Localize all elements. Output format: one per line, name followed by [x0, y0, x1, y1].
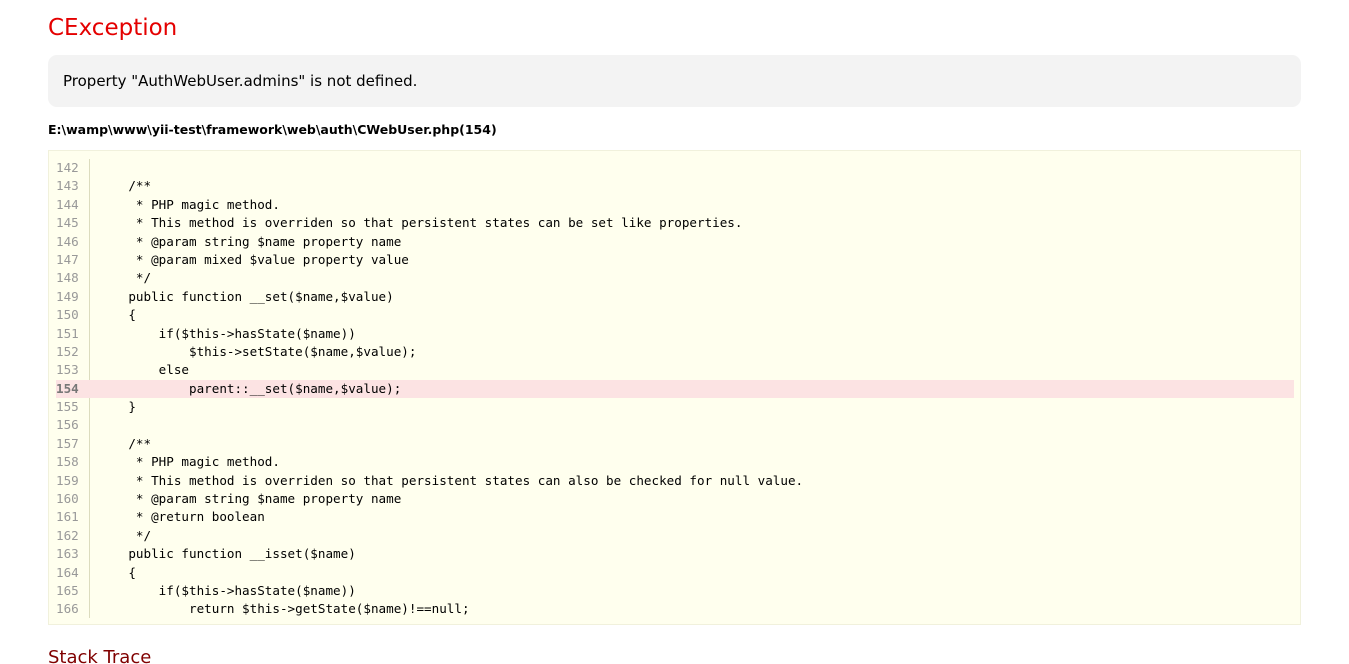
code-line: 150 { [56, 306, 1294, 324]
line-code: * PHP magic method. [98, 196, 280, 212]
line-number: 152 [56, 343, 79, 359]
code-line: 155 } [56, 398, 1294, 416]
code-line: 142 [56, 159, 1294, 177]
code-line: 161 * @return boolean [56, 508, 1294, 526]
line-code: public function __isset($name) [98, 546, 356, 562]
code-line: 148 */ [56, 269, 1294, 287]
line-code: { [98, 307, 136, 323]
code-line: 165 if($this->hasState($name)) [56, 582, 1294, 600]
source-code-panel: 142 143 /** 144 * PHP magic method. 145 * T… [48, 150, 1301, 625]
code-line: 157 /** [56, 435, 1294, 453]
line-code: * @return boolean [98, 509, 265, 525]
line-number: 163 [56, 546, 79, 562]
line-number: 165 [56, 582, 79, 598]
line-number: 161 [56, 509, 79, 525]
code-line: 149 public function __set($name,$value) [56, 288, 1294, 306]
line-number: 144 [56, 196, 79, 212]
line-code: */ [98, 270, 152, 286]
code-line: 164 { [56, 564, 1294, 582]
stack-trace-title: Stack Trace [48, 647, 152, 664]
line-code: * @param string $name property name [98, 491, 402, 507]
code-line: 151 if($this->hasState($name)) [56, 325, 1294, 343]
line-code: */ [98, 527, 152, 543]
line-number: 149 [56, 288, 79, 304]
code-line: 158 * PHP magic method. [56, 453, 1294, 471]
line-number: 155 [56, 399, 79, 415]
line-code: /** [98, 435, 152, 451]
source-file-path: E:\wamp\www\yii-test\framework\web\auth\… [48, 122, 497, 137]
line-code: public function __set($name,$value) [98, 288, 394, 304]
line-number: 145 [56, 215, 79, 231]
line-code: else [98, 362, 189, 378]
code-line: 153 else [56, 361, 1294, 379]
line-number: 166 [56, 601, 79, 617]
line-code: parent::__set($name,$value); [98, 380, 402, 396]
code-line: 143 /** [56, 177, 1294, 195]
code-line: 160 * @param string $name property name [56, 490, 1294, 508]
line-number: 146 [56, 233, 79, 249]
line-number: 150 [56, 307, 79, 323]
line-code: * This method is overriden so that persi… [98, 215, 743, 231]
line-number: 157 [56, 435, 79, 451]
line-code: $this->setState($name,$value); [98, 343, 417, 359]
code-line: 144 * PHP magic method. [56, 196, 1294, 214]
code-line: 166 return $this->getState($name)!==null… [56, 600, 1294, 618]
line-number: 156 [56, 417, 79, 433]
line-number: 158 [56, 454, 79, 470]
line-code: if($this->hasState($name)) [98, 582, 356, 598]
source-code: 142 143 /** 144 * PHP magic method. 145 * T… [56, 159, 1294, 619]
line-number: 159 [56, 472, 79, 488]
code-line: 147 * @param mixed $value property value [56, 251, 1294, 269]
line-code: } [98, 399, 136, 415]
code-line: 146 * @param string $name property name [56, 233, 1294, 251]
line-number: 142 [56, 160, 79, 175]
exception-message: Property "AuthWebUser.admins" is not def… [48, 55, 1301, 107]
line-number: 148 [56, 270, 79, 286]
line-code: * PHP magic method. [98, 454, 280, 470]
line-code: * This method is overriden so that persi… [98, 472, 804, 488]
line-number: 164 [56, 564, 79, 580]
code-line: 163 public function __isset($name) [56, 545, 1294, 563]
exception-title: CException [48, 15, 178, 41]
line-number: 153 [56, 362, 79, 378]
line-number: 151 [56, 325, 79, 341]
error-code-line: 154 parent::__set($name,$value); [56, 379, 1294, 399]
code-line: 159 * This method is overriden so that p… [56, 472, 1294, 490]
line-code: return $this->getState($name)!==null; [98, 601, 470, 617]
line-number: 147 [56, 251, 79, 267]
code-line: 152 $this->setState($name,$value); [56, 343, 1294, 361]
line-number: 162 [56, 527, 79, 543]
line-number: 154 [56, 380, 79, 396]
code-line: 162 */ [56, 527, 1294, 545]
line-code: /** [98, 178, 152, 194]
line-number: 160 [56, 491, 79, 507]
code-line: 156 [56, 416, 1294, 434]
line-code: if($this->hasState($name)) [98, 325, 356, 341]
code-line: 145 * This method is overriden so that p… [56, 214, 1294, 232]
line-code: * @param string $name property name [98, 233, 402, 249]
line-number: 143 [56, 178, 79, 194]
line-code: * @param mixed $value property value [98, 251, 409, 267]
line-code: { [98, 564, 136, 580]
